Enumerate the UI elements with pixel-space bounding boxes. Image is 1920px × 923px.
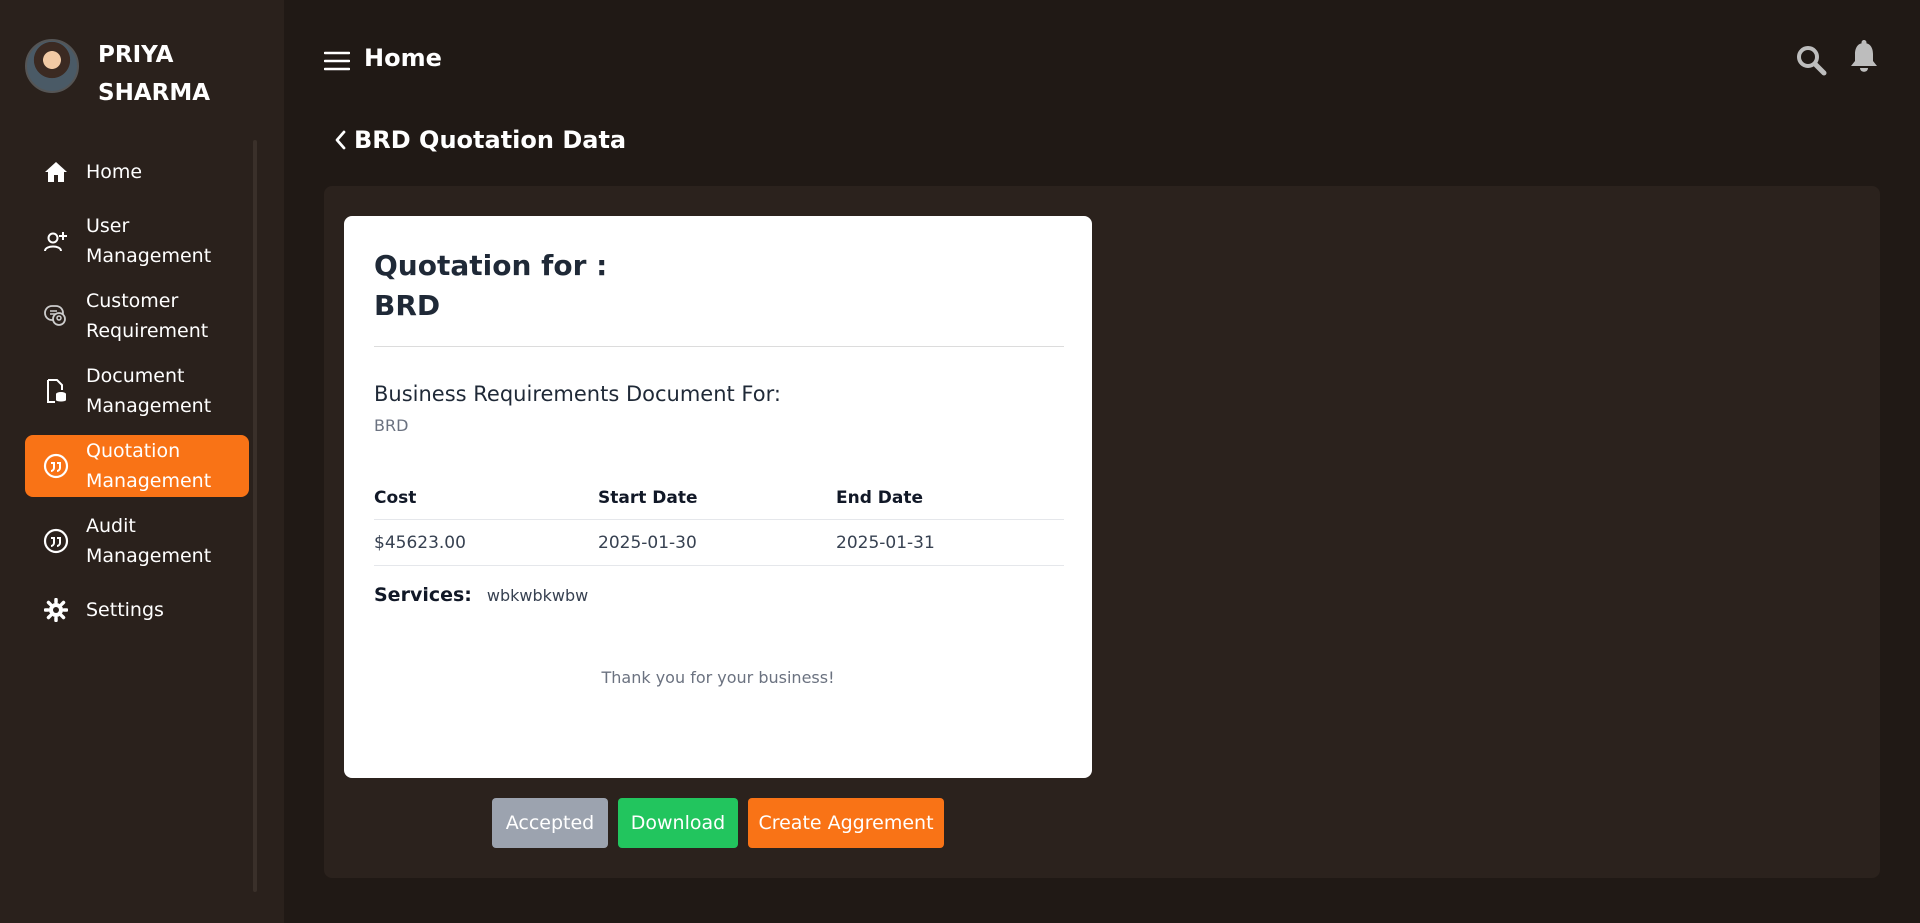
table-row: $45623.00 2025-01-30 2025-01-31 xyxy=(374,520,1064,566)
back-link[interactable]: BRD Quotation Data xyxy=(332,126,626,154)
header-title: Home xyxy=(364,44,442,72)
search-icon[interactable] xyxy=(1795,44,1827,76)
sidebar-item-label: Home xyxy=(86,161,143,183)
document-subject: BRD xyxy=(374,416,409,435)
quotation-title-prefix: Quotation for : xyxy=(374,249,608,282)
customer-requirement-icon xyxy=(43,303,69,329)
avatar xyxy=(25,39,79,93)
services-label: Services: xyxy=(374,584,472,606)
document-database-icon xyxy=(43,378,69,404)
accepted-button[interactable]: Accepted xyxy=(492,798,608,848)
home-icon xyxy=(43,159,69,185)
column-header-start-date: Start Date xyxy=(598,487,698,508)
sidebar-item-audit-management[interactable]: Audit Management xyxy=(25,510,249,572)
cost-cell: $45623.00 xyxy=(374,532,466,553)
thank-you-note: Thank you for your business! xyxy=(601,668,835,687)
gear-icon xyxy=(43,597,69,623)
create-agreement-button[interactable]: Create Aggrement xyxy=(748,798,944,848)
page-title: BRD Quotation Data xyxy=(354,126,627,154)
sidebar-item-quotation-management[interactable]: Quotation Management xyxy=(25,435,249,497)
sidebar-nav: Home User Management Customer Requiremen… xyxy=(25,147,249,648)
quotation-table: Cost Start Date End Date $45623.00 2025-… xyxy=(374,476,1064,566)
quotation-icon xyxy=(43,453,69,479)
sidebar-item-home[interactable]: Home xyxy=(25,147,249,197)
sidebar-item-customer-requirement[interactable]: Customer Requirement xyxy=(25,285,249,347)
chevron-left-icon xyxy=(332,128,348,152)
sidebar-item-label: Quotation Management xyxy=(86,440,212,492)
sidebar-scrollbar[interactable] xyxy=(253,140,257,892)
quotation-title-subject: BRD xyxy=(374,289,441,322)
quotation-title: Quotation for : BRD xyxy=(374,246,607,326)
sidebar-item-settings[interactable]: Settings xyxy=(25,585,249,635)
audit-icon xyxy=(43,528,69,554)
document-heading: Business Requirements Document For: xyxy=(374,382,781,406)
user-name: PRIYA SHARMA xyxy=(98,42,211,106)
sidebar-item-label: Audit Management xyxy=(86,515,212,567)
sidebar: PRIYA SHARMA Home User Management Custom… xyxy=(0,0,284,923)
user-profile: PRIYA SHARMA xyxy=(25,36,218,112)
column-header-cost: Cost xyxy=(374,487,417,508)
start-date-cell: 2025-01-30 xyxy=(598,532,697,553)
hamburger-menu-icon[interactable] xyxy=(323,50,351,72)
divider xyxy=(374,346,1064,347)
bell-icon[interactable] xyxy=(1849,40,1879,74)
sidebar-item-label: Settings xyxy=(86,599,164,621)
services-value: wbkwbkwbw xyxy=(486,586,589,605)
sidebar-item-label: User Management xyxy=(86,215,212,267)
column-header-end-date: End Date xyxy=(836,487,924,508)
sidebar-item-document-management[interactable]: Document Management xyxy=(25,360,249,422)
download-button[interactable]: Download xyxy=(618,798,738,848)
table-header-row: Cost Start Date End Date xyxy=(374,476,1064,520)
sidebar-item-label: Customer Requirement xyxy=(86,290,209,342)
services-row: Services: wbkwbkwbw xyxy=(374,584,588,606)
user-plus-icon xyxy=(43,228,69,254)
sidebar-item-label: Document Management xyxy=(86,365,212,417)
end-date-cell: 2025-01-31 xyxy=(836,532,935,553)
quotation-card: Quotation for : BRD Business Requirement… xyxy=(344,216,1092,778)
sidebar-item-user-management[interactable]: User Management xyxy=(25,210,249,272)
